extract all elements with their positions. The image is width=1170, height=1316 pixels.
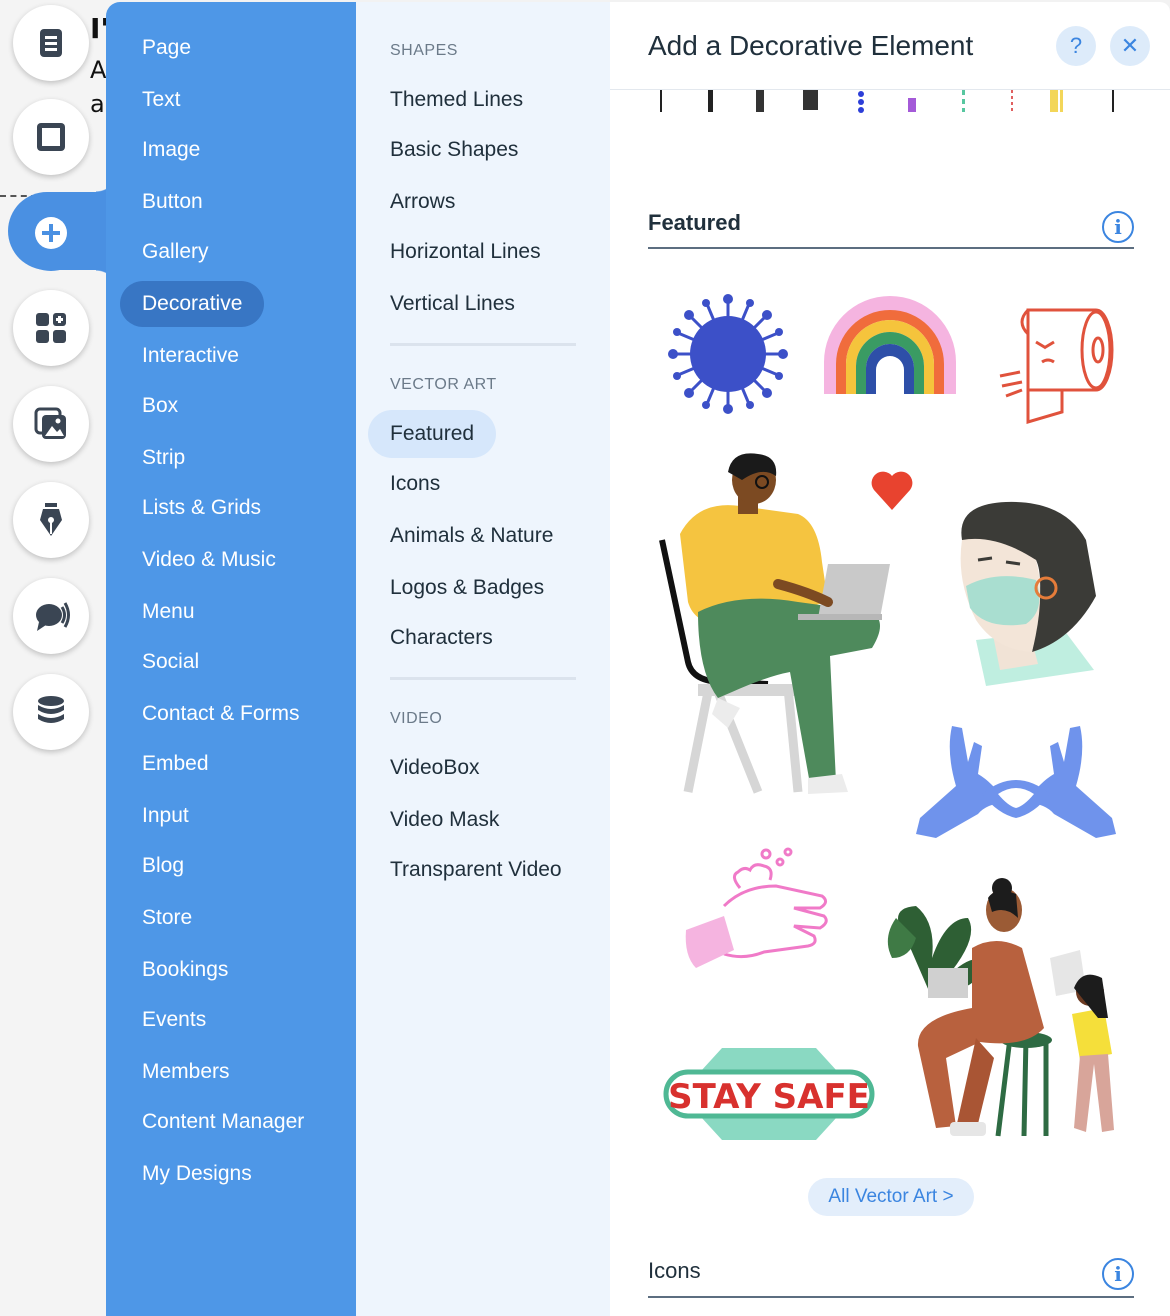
sub-horizontal-lines[interactable]: Horizontal Lines [368, 228, 563, 276]
rainbow-art[interactable] [820, 292, 960, 402]
category-interactive[interactable]: Interactive [120, 333, 261, 379]
category-page[interactable]: Page [120, 25, 213, 71]
section-divider [648, 247, 1134, 249]
category-image[interactable]: Image [120, 127, 222, 173]
sub-basic-shapes[interactable]: Basic Shapes [368, 126, 540, 174]
man-laptop-art[interactable] [658, 452, 898, 802]
pen-icon [40, 503, 62, 536]
sub-icons[interactable]: Icons [368, 460, 462, 508]
add-elements-button[interactable] [13, 195, 89, 271]
category-content-manager[interactable]: Content Manager [120, 1099, 326, 1145]
virus-art[interactable] [666, 292, 790, 416]
panel-title: Add a Decorative Element [648, 30, 974, 61]
category-button[interactable]: Button [120, 179, 225, 225]
category-strip[interactable]: Strip [120, 435, 207, 481]
icons-section-title: Icons [648, 1258, 701, 1283]
sub-characters[interactable]: Characters [368, 614, 515, 662]
subcategory-panel: SHAPES Themed Lines Basic Shapes Arrows … [356, 2, 610, 1316]
vector-art-heading: VECTOR ART [390, 376, 497, 393]
pages-icon [40, 29, 62, 57]
stay-safe-text: STAY SAFE [668, 1077, 870, 1117]
media-button[interactable] [13, 386, 89, 462]
sub-divider [390, 343, 576, 346]
pages-button[interactable] [13, 5, 89, 81]
decorative-content-panel: Add a Decorative Element ? ✕ Featured i [610, 2, 1170, 1316]
help-icon: ? [1069, 33, 1083, 58]
add-category-panel: Page Text Image Button Gallery Decorativ… [106, 2, 356, 1316]
sub-animals-nature[interactable]: Animals & Nature [368, 512, 575, 560]
video-heading: VIDEO [390, 710, 443, 727]
toilet-paper-art[interactable] [998, 302, 1118, 428]
all-vector-art-button[interactable]: All Vector Art > [808, 1178, 974, 1216]
woman-mask-art[interactable] [946, 500, 1106, 690]
sub-video-mask[interactable]: Video Mask [368, 796, 521, 844]
frame-icon [37, 123, 65, 151]
info-icon[interactable]: i [1102, 211, 1134, 243]
category-social[interactable]: Social [120, 639, 221, 685]
canvas-text-2: A [90, 56, 107, 84]
category-menu[interactable]: Menu [120, 589, 217, 635]
category-video-music[interactable]: Video & Music [120, 537, 298, 583]
category-contact-forms[interactable]: Contact & Forms [120, 691, 322, 737]
sub-transparent-video[interactable]: Transparent Video [368, 846, 584, 894]
category-lists-grids[interactable]: Lists & Grids [120, 485, 283, 531]
chat-icon [36, 602, 70, 631]
sub-logos-badges[interactable]: Logos & Badges [368, 564, 566, 612]
sub-arrows[interactable]: Arrows [368, 178, 477, 226]
category-box[interactable]: Box [120, 383, 200, 429]
vertical-lines-preview[interactable] [640, 88, 1140, 118]
category-embed[interactable]: Embed [120, 741, 231, 787]
sub-themed-lines[interactable]: Themed Lines [368, 76, 545, 124]
category-my-designs[interactable]: My Designs [120, 1151, 274, 1197]
help-button[interactable]: ? [1056, 26, 1096, 66]
sub-videobox[interactable]: VideoBox [368, 744, 502, 792]
category-decorative[interactable]: Decorative [120, 281, 265, 327]
category-members[interactable]: Members [120, 1049, 252, 1095]
category-gallery[interactable]: Gallery [120, 229, 231, 275]
category-store[interactable]: Store [120, 895, 214, 941]
canvas-text-3: a [90, 90, 105, 118]
close-button[interactable]: ✕ [1110, 26, 1150, 66]
sub-divider [390, 677, 576, 680]
database-icon [38, 696, 64, 723]
category-input[interactable]: Input [120, 793, 211, 839]
section-divider [648, 1296, 1134, 1298]
stay-safe-badge-art[interactable]: STAY SAFE [662, 1046, 876, 1142]
category-blog[interactable]: Blog [120, 843, 206, 889]
heart-hands-art[interactable] [916, 722, 1116, 838]
mother-child-art[interactable] [876, 878, 1126, 1140]
apps-icon [36, 313, 66, 343]
featured-section-title: Featured [648, 210, 741, 235]
close-icon: ✕ [1120, 33, 1140, 58]
sub-vertical-lines[interactable]: Vertical Lines [368, 280, 537, 328]
panel-header: Add a Decorative Element ? ✕ [610, 2, 1170, 90]
media-icon [34, 407, 66, 439]
add-apps-button[interactable] [13, 290, 89, 366]
category-events[interactable]: Events [120, 997, 228, 1043]
heart-art[interactable] [868, 466, 916, 514]
design-button[interactable] [13, 482, 89, 558]
info-icon[interactable]: i [1102, 1258, 1134, 1290]
handwash-art[interactable] [684, 846, 834, 972]
add-icon [35, 217, 67, 249]
cms-button[interactable] [13, 674, 89, 750]
sub-featured[interactable]: Featured [368, 410, 497, 458]
site-frame-button[interactable] [13, 99, 89, 175]
chat-button[interactable] [13, 578, 89, 654]
shapes-heading: SHAPES [390, 42, 458, 59]
category-bookings[interactable]: Bookings [120, 947, 250, 993]
category-text[interactable]: Text [120, 77, 203, 123]
